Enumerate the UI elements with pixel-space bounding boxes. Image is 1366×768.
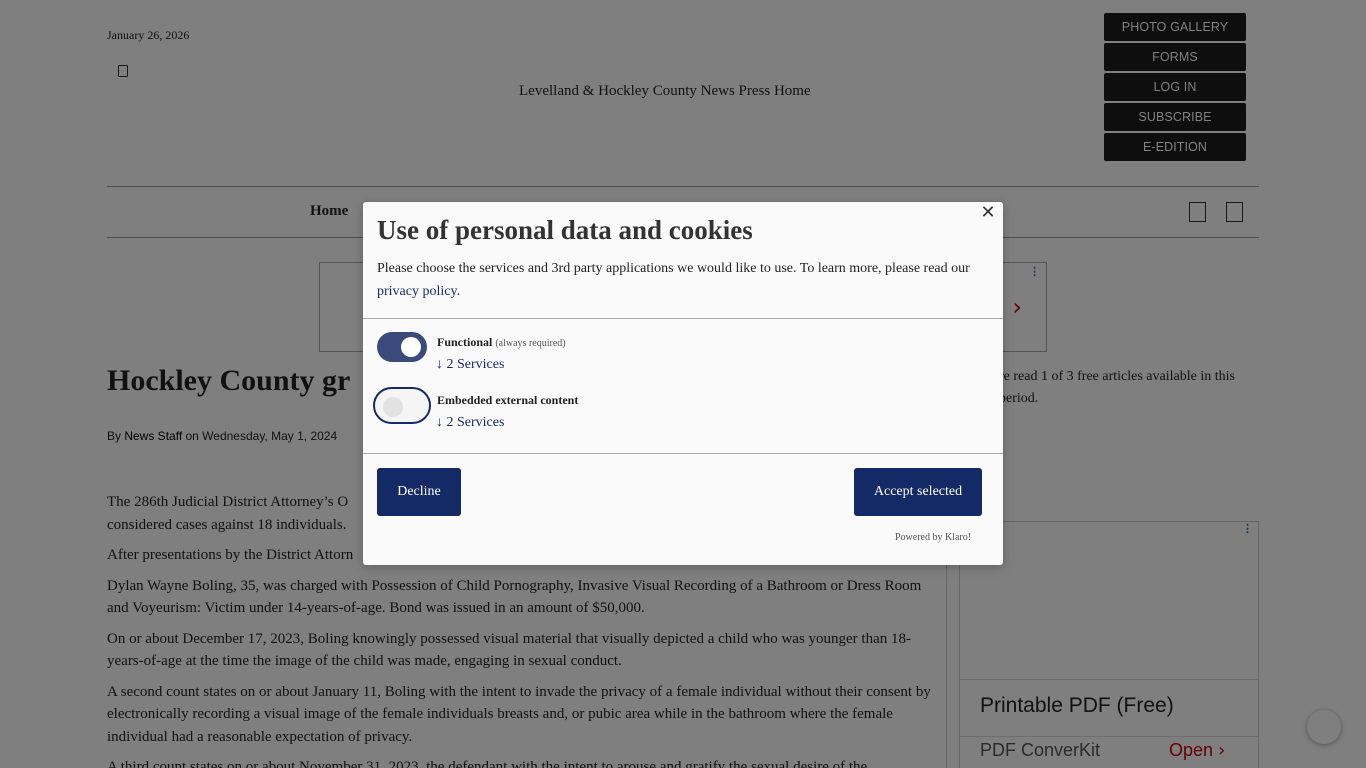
embedded-content-toggle[interactable] [373, 387, 431, 424]
close-icon[interactable]: ✕ [977, 203, 999, 225]
description-text: Please choose the services and 3rd party… [377, 261, 970, 276]
cookie-consent-dialog: ✕ Use of personal data and cookies Pleas… [363, 202, 1003, 565]
description-end: . [456, 284, 461, 299]
embedded-services-expand[interactable]: ↓ 2 Services [436, 415, 504, 431]
service-name-functional: Functional (always required) [437, 335, 566, 350]
powered-by-link[interactable]: Powered by Klaro! [895, 532, 971, 543]
service-required-note: (always required) [495, 338, 566, 349]
service-label: Functional [437, 335, 493, 349]
dialog-description: Please choose the services and 3rd party… [377, 257, 987, 303]
decline-button[interactable]: Decline [377, 468, 461, 516]
service-name-embedded: Embedded external content [437, 393, 579, 407]
toggle-knob [401, 337, 421, 357]
functional-services-expand[interactable]: ↓ 2 Services [436, 357, 504, 373]
toggle-knob [383, 397, 403, 417]
dialog-divider [363, 453, 1003, 454]
dialog-divider [363, 318, 1003, 319]
accept-selected-button[interactable]: Accept selected [854, 468, 982, 516]
functional-toggle[interactable] [377, 332, 427, 362]
privacy-policy-link[interactable]: privacy policy [377, 284, 457, 299]
dialog-title: Use of personal data and cookies [377, 215, 753, 245]
